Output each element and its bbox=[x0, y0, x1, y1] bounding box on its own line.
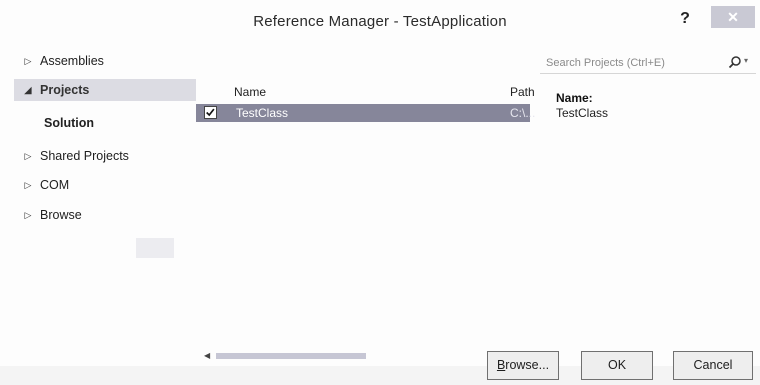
help-button[interactable]: ? bbox=[676, 8, 694, 30]
browse-button-label: rowse... bbox=[505, 358, 550, 372]
row-checkbox[interactable] bbox=[204, 106, 217, 119]
sidebar-item-solution[interactable]: Solution bbox=[44, 112, 94, 134]
sidebar-item-label: Shared Projects bbox=[40, 149, 129, 163]
scroll-left-icon[interactable]: ◀ bbox=[204, 351, 210, 360]
sidebar-item-com[interactable]: ▷ COM bbox=[24, 174, 70, 196]
search-dropdown-icon[interactable]: ▾ bbox=[744, 56, 748, 65]
background-artifact bbox=[136, 238, 174, 258]
title-bar: Reference Manager - TestApplication ? ✕ bbox=[0, 0, 760, 40]
expand-arrow-icon: ▷ bbox=[24, 150, 32, 161]
collapse-arrow-icon: ◢ bbox=[24, 84, 32, 95]
checkmark-icon bbox=[206, 108, 215, 117]
ok-button[interactable]: OK bbox=[581, 351, 653, 380]
search-icon[interactable] bbox=[728, 55, 742, 69]
sidebar-item-label: COM bbox=[40, 178, 70, 192]
window-title: Reference Manager - TestApplication bbox=[253, 13, 507, 30]
sidebar-item-projects[interactable]: ◢ Projects bbox=[14, 79, 196, 101]
reference-list: Name Path TestClass C:\... bbox=[196, 84, 540, 334]
sidebar-item-assemblies[interactable]: ▷ Assemblies bbox=[24, 50, 104, 72]
details-pane: Name: TestClass bbox=[556, 91, 756, 120]
sidebar-item-shared-projects[interactable]: ▷ Shared Projects bbox=[24, 145, 129, 167]
sidebar-item-browse[interactable]: ▷ Browse bbox=[24, 204, 82, 226]
expand-arrow-icon: ▷ bbox=[24, 209, 32, 220]
close-button[interactable]: ✕ bbox=[711, 6, 755, 28]
table-row[interactable]: TestClass C:\... bbox=[196, 104, 535, 122]
column-header-name[interactable]: Name bbox=[234, 85, 266, 99]
scrollbar-thumb[interactable] bbox=[216, 353, 366, 359]
sidebar-item-label: Assemblies bbox=[40, 54, 104, 68]
sidebar-item-label: Solution bbox=[44, 116, 94, 130]
sidebar-item-label: Browse bbox=[40, 208, 82, 222]
search-box: ▾ bbox=[540, 52, 756, 74]
details-name-label: Name: bbox=[556, 91, 593, 105]
search-input[interactable] bbox=[546, 54, 716, 72]
browse-button[interactable]: Browse... bbox=[487, 351, 559, 380]
column-header-path[interactable]: Path bbox=[510, 85, 535, 99]
sidebar-item-label: Projects bbox=[40, 83, 90, 97]
row-path-cell: C:\... bbox=[510, 106, 536, 120]
details-name-value: TestClass bbox=[556, 106, 609, 120]
expand-arrow-icon: ▷ bbox=[24, 55, 32, 66]
expand-arrow-icon: ▷ bbox=[24, 179, 32, 190]
close-icon: ✕ bbox=[727, 9, 739, 25]
cancel-button[interactable]: Cancel bbox=[673, 351, 753, 380]
row-name-cell: TestClass bbox=[236, 106, 289, 120]
